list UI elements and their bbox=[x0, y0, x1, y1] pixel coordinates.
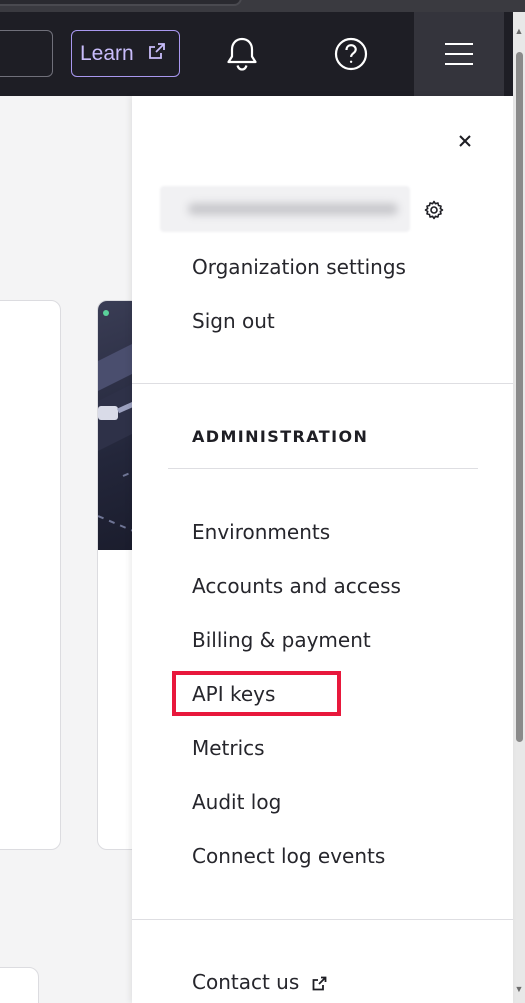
divider bbox=[132, 383, 513, 384]
organization-settings-link[interactable]: Organization settings bbox=[192, 255, 406, 279]
accounts-and-access-link[interactable]: Accounts and access bbox=[192, 574, 401, 598]
scroll-down-arrow-icon[interactable]: ▼ bbox=[514, 984, 524, 994]
external-link-icon bbox=[312, 972, 327, 996]
browser-tab-strip bbox=[0, 0, 525, 12]
help-icon[interactable] bbox=[331, 32, 371, 76]
sign-out-link[interactable]: Sign out bbox=[192, 309, 275, 333]
bell-icon[interactable] bbox=[222, 32, 262, 76]
user-name-redacted bbox=[160, 186, 410, 232]
account-menu-panel: Organization settings Sign out ADMINISTR… bbox=[132, 96, 513, 1003]
environments-link[interactable]: Environments bbox=[192, 520, 330, 544]
scroll-up-arrow-icon[interactable]: ▲ bbox=[514, 26, 524, 36]
divider bbox=[168, 468, 478, 469]
billing-payment-link[interactable]: Billing & payment bbox=[192, 628, 371, 652]
divider bbox=[132, 919, 513, 920]
top-navigation-bar: Learn bbox=[0, 0, 525, 96]
content-card[interactable] bbox=[0, 300, 61, 850]
gear-icon[interactable] bbox=[423, 199, 445, 221]
connect-log-events-link[interactable]: Connect log events bbox=[192, 844, 385, 868]
scrollbar-thumb[interactable] bbox=[516, 52, 523, 742]
external-link-icon bbox=[148, 42, 166, 66]
search-input[interactable] bbox=[0, 30, 53, 77]
browser-tab[interactable] bbox=[0, 0, 242, 6]
api-keys-highlight bbox=[172, 671, 341, 716]
learn-label: Learn bbox=[80, 41, 134, 65]
close-icon[interactable] bbox=[454, 130, 476, 152]
content-card[interactable] bbox=[0, 967, 39, 1003]
contact-us-label: Contact us bbox=[192, 970, 300, 994]
metrics-link[interactable]: Metrics bbox=[192, 736, 265, 760]
administration-heading: ADMINISTRATION bbox=[192, 427, 369, 446]
learn-button[interactable]: Learn bbox=[71, 30, 180, 77]
hamburger-menu-icon[interactable] bbox=[414, 12, 504, 96]
audit-log-link[interactable]: Audit log bbox=[192, 790, 281, 814]
contact-us-link[interactable]: Contact us bbox=[192, 970, 327, 996]
page-scrollbar[interactable]: ▲ ▼ bbox=[513, 12, 525, 1003]
